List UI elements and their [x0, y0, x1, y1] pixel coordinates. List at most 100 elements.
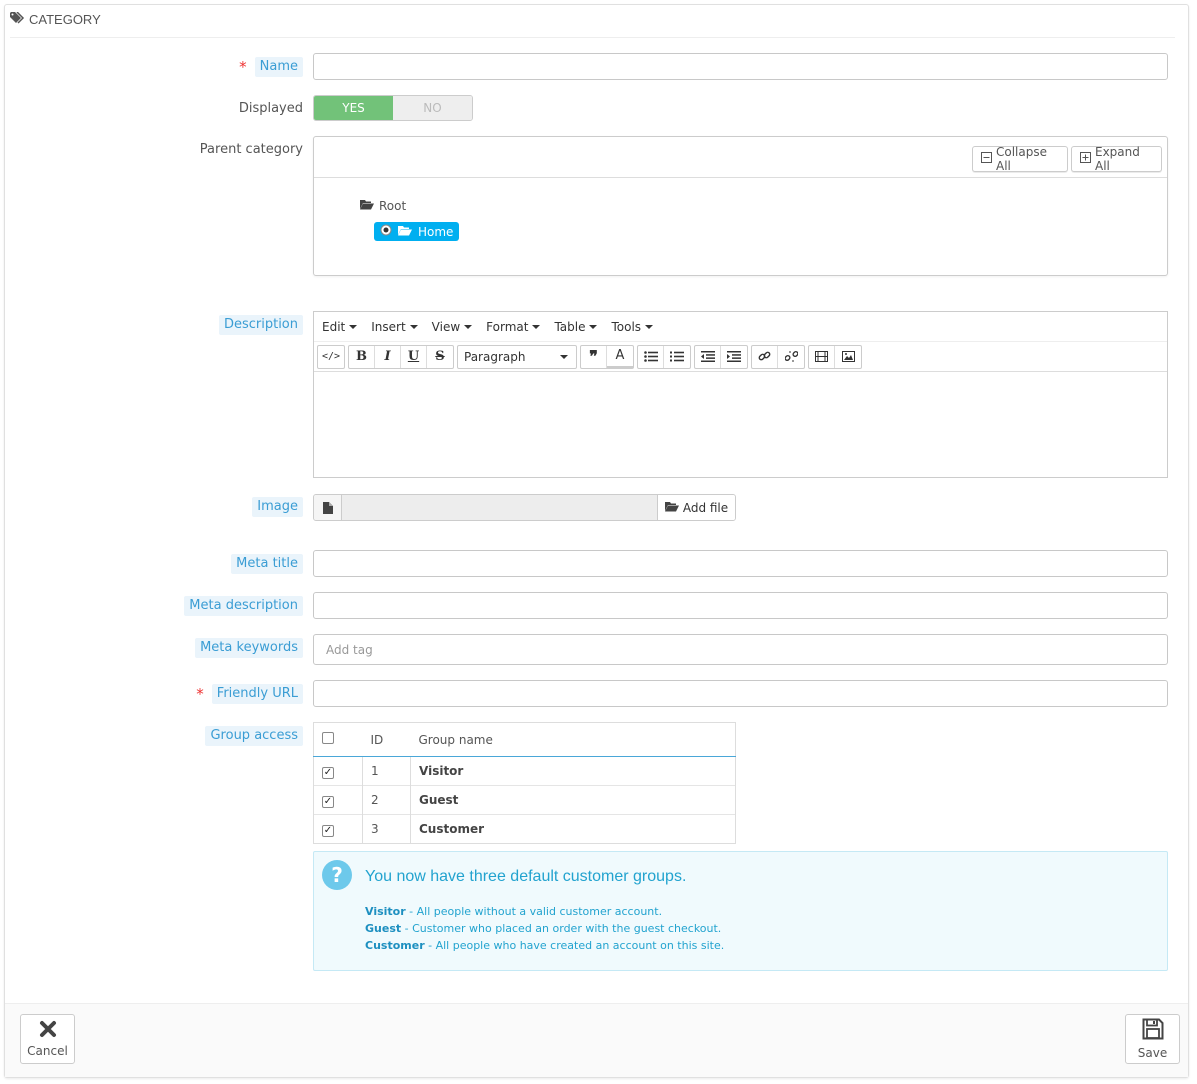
panel-footer [5, 1003, 1188, 1077]
group-id: 1 [362, 756, 411, 786]
radio-selected-icon[interactable] [380, 224, 392, 239]
meta-keywords-input[interactable]: Add tag [313, 634, 1168, 665]
indent-icon[interactable] [721, 346, 747, 368]
menu-table-label: Table [554, 319, 586, 334]
column-header-group-name: Group name [410, 722, 736, 757]
format-select[interactable]: Paragraph [457, 344, 577, 369]
menu-table[interactable]: Table [554, 319, 598, 334]
home-selected[interactable]: Home [374, 222, 460, 241]
save-button[interactable]: Save [1125, 1014, 1180, 1064]
home-label: Home [418, 224, 454, 239]
displayed-no[interactable]: NO [393, 96, 472, 120]
root-label: Root [379, 199, 407, 213]
menu-format[interactable]: Format [486, 320, 541, 334]
displayed-toggle[interactable]: YES NO [313, 95, 473, 121]
cancel-button[interactable]: Cancel [20, 1014, 75, 1064]
category-tree: Collapse All Expand All Root Home [313, 136, 1168, 276]
media-icon[interactable] [809, 345, 835, 368]
numbered-list-icon[interactable] [664, 346, 690, 368]
info-text: - All people who have created an account… [424, 939, 725, 952]
image-icon[interactable] [835, 346, 861, 368]
required-marker: * [196, 685, 204, 703]
group-name: Customer [410, 814, 736, 844]
bold-icon[interactable]: B [349, 345, 375, 368]
image-label-text: Image [252, 497, 303, 517]
group-id: 2 [362, 785, 411, 815]
description-label-text: Description [218, 315, 303, 335]
image-file-input[interactable]: Add file [313, 494, 736, 521]
image-label: Image [180, 497, 303, 517]
group-name: Visitor [410, 756, 736, 786]
displayed-yes[interactable]: YES [314, 96, 393, 120]
menu-tools[interactable]: Tools [611, 319, 654, 334]
expand-all-label: Expand All [1095, 145, 1140, 173]
meta-title-label-text: Meta title [231, 554, 303, 574]
friendly-url-input[interactable] [313, 680, 1168, 707]
parent-category-label: Parent category [150, 140, 303, 160]
meta-description-label: Meta description [150, 596, 303, 616]
menu-tools-label: Tools [611, 319, 642, 334]
editor-body[interactable] [314, 373, 1167, 477]
panel-title: CATEGORY [29, 12, 101, 27]
collapse-all-button[interactable]: Collapse All [972, 145, 1068, 173]
group-access-table: ID Group name ✓ 1 Visitor ✓ 2 Guest ✓ 3 … [313, 722, 736, 844]
name-input[interactable] [313, 53, 1168, 80]
meta-keywords-placeholder: Add tag [326, 642, 373, 657]
table-row: ✓ 3 Customer [313, 814, 736, 844]
table-row: ✓ 2 Guest [313, 785, 736, 815]
row-checkbox-checked[interactable]: ✓ [322, 766, 334, 779]
info-text: - Customer who placed an order with the … [401, 922, 722, 935]
row-checkbox-cell: ✓ [313, 814, 363, 844]
format-select-value: Paragraph [464, 349, 526, 364]
tree-node-home[interactable]: Home [374, 222, 460, 241]
link-icon[interactable] [752, 345, 778, 368]
menu-insert-label: Insert [371, 319, 406, 334]
table-header-row: ID Group name [313, 722, 736, 757]
row-checkbox-checked[interactable]: ✓ [322, 824, 334, 837]
name-label: * Name [180, 57, 303, 77]
meta-title-input[interactable] [313, 550, 1168, 577]
menu-edit[interactable]: Edit [322, 319, 358, 334]
collapse-icon [981, 152, 992, 166]
strikethrough-icon[interactable]: S [427, 346, 453, 368]
question-icon: ? [322, 860, 352, 890]
table-row: ✓ 1 Visitor [313, 756, 736, 786]
select-all-checkbox[interactable] [322, 732, 334, 744]
editor-menubar: Edit Insert View Format Table Tools [314, 312, 1167, 342]
menu-view[interactable]: View [431, 319, 473, 334]
menu-view-label: View [431, 319, 461, 334]
friendly-url-label: * Friendly URL [150, 684, 303, 704]
menu-edit-label: Edit [322, 319, 346, 334]
add-file-button[interactable]: Add file [657, 495, 735, 520]
text-color-icon[interactable]: A [607, 346, 633, 368]
info-line-visitor: Visitor - All people without a valid cus… [365, 905, 662, 918]
file-name-display [342, 495, 657, 520]
row-checkbox-checked[interactable]: ✓ [322, 795, 334, 808]
meta-description-input[interactable] [313, 592, 1168, 619]
group-name: Guest [410, 785, 736, 815]
bullet-list-icon[interactable] [638, 345, 664, 368]
parent-category-label-text: Parent category [199, 142, 303, 157]
customer-groups-info: ? You now have three default customer gr… [313, 851, 1168, 971]
italic-icon[interactable]: I [375, 345, 401, 368]
info-line-customer: Customer - All people who have created a… [365, 939, 724, 952]
group-id: 3 [362, 814, 411, 844]
info-title: You now have three default customer grou… [365, 868, 687, 885]
displayed-label-text: Displayed [238, 101, 303, 116]
info-term: Guest [365, 922, 402, 935]
blockquote-icon[interactable]: ❞ [581, 345, 607, 368]
save-label: Save [1137, 1046, 1168, 1060]
row-checkbox-cell: ✓ [313, 756, 363, 786]
expand-all-button[interactable]: Expand All [1071, 145, 1162, 173]
unlink-icon[interactable] [778, 346, 804, 368]
displayed-label: Displayed [180, 99, 303, 119]
meta-description-label-text: Meta description [184, 596, 303, 616]
info-term: Customer [365, 939, 425, 952]
underline-icon[interactable]: U [401, 345, 427, 368]
source-code-icon[interactable]: </> [318, 346, 344, 368]
folder-open-icon [360, 199, 374, 213]
row-checkbox-cell: ✓ [313, 785, 363, 815]
menu-insert[interactable]: Insert [371, 319, 418, 334]
tree-node-root[interactable]: Root [360, 199, 406, 213]
outdent-icon[interactable] [695, 345, 721, 368]
